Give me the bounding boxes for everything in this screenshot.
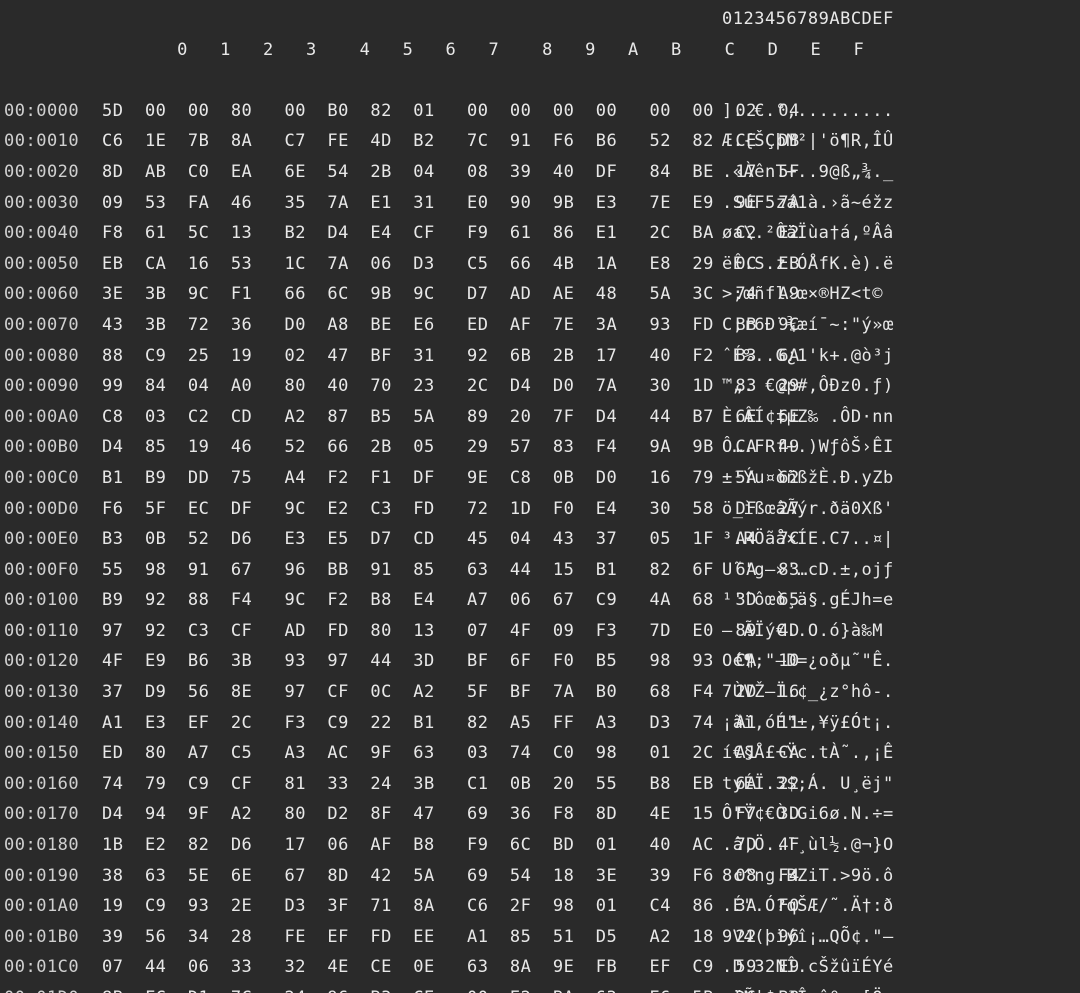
hex-row[interactable]: 00:01B039 56 34 28 FE EF FD EE A1 85 51 … [0, 922, 1080, 953]
hex-bytes-cell[interactable]: 39 56 34 28 FE EF FD EE A1 85 51 D5 A2 1… [102, 922, 702, 953]
hex-bytes-cell[interactable]: B9 92 88 F4 9C F2 B8 E4 A7 06 67 C9 4A 6… [102, 585, 702, 616]
offset-cell: 00:00C0 [0, 463, 102, 494]
offset-cell: 00:0130 [0, 677, 102, 708]
hex-row[interactable]: 00:008088 C9 25 19 02 47 BF 31 92 6B 2B … [0, 341, 1080, 372]
hex-bytes-cell[interactable]: D4 94 9F A2 80 D2 8F 47 69 36 F8 8D 4E 1… [102, 799, 702, 830]
hex-row[interactable]: 00:01801B E2 82 D6 17 06 AF B8 F9 6C BD … [0, 830, 1080, 861]
hex-columns-header: 0 1 2 3 4 5 6 7 8 9 A B C D E F [102, 4, 702, 96]
offset-cell: 00:0120 [0, 646, 102, 677]
hex-row[interactable]: 00:00005D 00 00 80 00 B0 82 01 00 00 00 … [0, 96, 1080, 127]
hex-row[interactable]: 00:013037 D9 56 8E 97 CF 0C A2 5F BF 7A … [0, 677, 1080, 708]
hex-bytes-cell[interactable]: A1 E3 EF 2C F3 C9 22 B1 82 A5 FF A3 D3 7… [102, 708, 702, 739]
offset-cell: 00:0070 [0, 310, 102, 341]
hex-row[interactable]: 00:00B0D4 85 19 46 52 66 2B 05 29 57 83 … [0, 432, 1080, 463]
hex-row[interactable]: 00:009099 84 04 A0 80 40 70 23 2C D4 D0 … [0, 371, 1080, 402]
hex-row[interactable]: 00:00F055 98 91 67 96 BB 91 85 63 44 15 … [0, 555, 1080, 586]
offset-cell: 00:01A0 [0, 891, 102, 922]
hex-row[interactable]: 00:003009 53 FA 46 35 7A E1 31 E0 90 9B … [0, 188, 1080, 219]
hex-rows-container: 00:00005D 00 00 80 00 B0 82 01 00 00 00 … [0, 96, 1080, 993]
hex-row[interactable]: 00:00E0B3 0B 52 D6 E3 E5 D7 CD 45 04 43 … [0, 524, 1080, 555]
hex-row[interactable]: 00:0140A1 E3 EF 2C F3 C9 22 B1 82 A5 FF … [0, 708, 1080, 739]
hex-header-row: 0 1 2 3 4 5 6 7 8 9 A B C D E F 01234567… [0, 4, 1080, 96]
offset-cell: 00:0010 [0, 126, 102, 157]
hex-bytes-cell[interactable]: 19 C9 93 2E D3 3F 71 8A C6 2F 98 01 C4 8… [102, 891, 702, 922]
hex-bytes-cell[interactable]: 5D 00 00 80 00 B0 82 01 00 00 00 00 00 0… [102, 96, 702, 127]
hex-bytes-cell[interactable]: 38 63 5E 6E 67 8D 42 5A 69 54 18 3E 39 F… [102, 861, 702, 892]
hex-row[interactable]: 00:0010C6 1E 7B 8A C7 FE 4D B2 7C 91 F6 … [0, 126, 1080, 157]
hex-bytes-cell[interactable]: C6 1E 7B 8A C7 FE 4D B2 7C 91 F6 B6 52 8… [102, 126, 702, 157]
hex-row[interactable]: 00:007043 3B 72 36 D0 A8 BE E6 ED AF 7E … [0, 310, 1080, 341]
hex-row[interactable]: 00:0040F8 61 5C 13 B2 D4 E4 CF F9 61 86 … [0, 218, 1080, 249]
hex-bytes-cell[interactable]: 88 C9 25 19 02 47 BF 31 92 6B 2B 17 40 F… [102, 341, 702, 372]
hex-bytes-cell[interactable]: 8D AB C0 EA 6E 54 2B 04 08 39 40 DF 84 B… [102, 157, 702, 188]
hex-bytes-cell[interactable]: F6 5F EC DF 9C E2 C3 FD 72 1D F0 E4 30 5… [102, 494, 702, 525]
hex-row[interactable]: 00:00C0B1 B9 DD 75 A4 F2 F1 DF 9E C8 0B … [0, 463, 1080, 494]
hex-row[interactable]: 00:0100B9 92 88 F4 9C F2 B8 E4 A7 06 67 … [0, 585, 1080, 616]
hex-bytes-cell[interactable]: 8B FC D1 7C 24 96 B3 CE 00 E2 BA 63 E6 5… [102, 983, 702, 993]
offset-cell: 00:01B0 [0, 922, 102, 953]
hex-bytes-cell[interactable]: 1B E2 82 D6 17 06 AF B8 F9 6C BD 01 40 A… [102, 830, 702, 861]
offset-cell: 00:0150 [0, 738, 102, 769]
offset-cell: 00:0140 [0, 708, 102, 739]
offset-cell: 00:0020 [0, 157, 102, 188]
offset-cell: 00:0090 [0, 371, 102, 402]
hex-bytes-cell[interactable]: 74 79 C9 CF 81 33 24 3B C1 0B 20 55 B8 E… [102, 769, 702, 800]
offset-cell: 00:0000 [0, 96, 102, 127]
hex-row[interactable]: 00:016074 79 C9 CF 81 33 24 3B C1 0B 20 … [0, 769, 1080, 800]
offset-cell: 00:0040 [0, 218, 102, 249]
hex-bytes-cell[interactable]: 99 84 04 A0 80 40 70 23 2C D4 D0 7A 30 1… [102, 371, 702, 402]
hex-bytes-cell[interactable]: 55 98 91 67 96 BB 91 85 63 44 15 B1 82 6… [102, 555, 702, 586]
offset-cell: 00:00B0 [0, 432, 102, 463]
offset-cell: 00:0190 [0, 861, 102, 892]
offset-cell: 00:00D0 [0, 494, 102, 525]
hex-row[interactable]: 00:00D0F6 5F EC DF 9C E2 C3 FD 72 1D F0 … [0, 494, 1080, 525]
offset-cell: 00:0110 [0, 616, 102, 647]
hex-bytes-cell[interactable]: F8 61 5C 13 B2 D4 E4 CF F9 61 86 E1 2C B… [102, 218, 702, 249]
hex-bytes-cell[interactable]: 07 44 06 33 32 4E CE 0E 63 8A 9E FB EF C… [102, 952, 702, 983]
offset-cell: 00:01D0 [0, 983, 102, 993]
offset-cell: 00:0060 [0, 279, 102, 310]
hex-bytes-cell[interactable]: C8 03 C2 CD A2 87 B5 5A 89 20 7F D4 44 B… [102, 402, 702, 433]
offset-cell: 00:0170 [0, 799, 102, 830]
hex-viewer: 0 1 2 3 4 5 6 7 8 9 A B C D E F 01234567… [0, 0, 1080, 993]
hex-row[interactable]: 00:01204F E9 B6 3B 93 97 44 3D BF 6F F0 … [0, 646, 1080, 677]
offset-cell: 00:00A0 [0, 402, 102, 433]
hex-row[interactable]: 00:0170D4 94 9F A2 80 D2 8F 47 69 36 F8 … [0, 799, 1080, 830]
offset-cell: 00:0180 [0, 830, 102, 861]
hex-row[interactable]: 00:0150ED 80 A7 C5 A3 AC 9F 63 03 74 C0 … [0, 738, 1080, 769]
hex-bytes-cell[interactable]: ED 80 A7 C5 A3 AC 9F 63 03 74 C0 98 01 2… [102, 738, 702, 769]
hex-row[interactable]: 00:011097 92 C3 CF AD FD 80 13 07 4F 09 … [0, 616, 1080, 647]
hex-bytes-cell[interactable]: 43 3B 72 36 D0 A8 BE E6 ED AF 7E 3A 93 F… [102, 310, 702, 341]
hex-bytes-cell[interactable]: B3 0B 52 D6 E3 E5 D7 CD 45 04 43 37 05 1… [102, 524, 702, 555]
hex-row[interactable]: 00:0050EB CA 16 53 1C 7A 06 D3 C5 66 4B … [0, 249, 1080, 280]
hex-bytes-cell[interactable]: EB CA 16 53 1C 7A 06 D3 C5 66 4B 1A E8 2… [102, 249, 702, 280]
hex-bytes-cell[interactable]: 3E 3B 9C F1 66 6C 9B 9C D7 AD AE 48 5A 3… [102, 279, 702, 310]
offset-header [0, 4, 102, 96]
hex-bytes-cell[interactable]: 97 92 C3 CF AD FD 80 13 07 4F 09 F3 7D E… [102, 616, 702, 647]
hex-bytes-cell[interactable]: D4 85 19 46 52 66 2B 05 29 57 83 F4 9A 9… [102, 432, 702, 463]
hex-bytes-cell[interactable]: 09 53 FA 46 35 7A E1 31 E0 90 9B E3 7E E… [102, 188, 702, 219]
hex-row[interactable]: 00:00208D AB C0 EA 6E 54 2B 04 08 39 40 … [0, 157, 1080, 188]
hex-row[interactable]: 00:01A019 C9 93 2E D3 3F 71 8A C6 2F 98 … [0, 891, 1080, 922]
offset-cell: 00:0160 [0, 769, 102, 800]
offset-cell: 00:00E0 [0, 524, 102, 555]
hex-row[interactable]: 00:00A0C8 03 C2 CD A2 87 B5 5A 89 20 7F … [0, 402, 1080, 433]
hex-row[interactable]: 00:01C007 44 06 33 32 4E CE 0E 63 8A 9E … [0, 952, 1080, 983]
hex-row[interactable]: 00:019038 63 5E 6E 67 8D 42 5A 69 54 18 … [0, 861, 1080, 892]
offset-cell: 00:00F0 [0, 555, 102, 586]
hex-bytes-cell[interactable]: 37 D9 56 8E 97 CF 0C A2 5F BF 7A B0 68 F… [102, 677, 702, 708]
hex-row[interactable]: 00:00603E 3B 9C F1 66 6C 9B 9C D7 AD AE … [0, 279, 1080, 310]
offset-cell: 00:0030 [0, 188, 102, 219]
offset-cell: 00:0050 [0, 249, 102, 280]
offset-cell: 00:0080 [0, 341, 102, 372]
hex-bytes-cell[interactable]: 4F E9 B6 3B 93 97 44 3D BF 6F F0 B5 98 9… [102, 646, 702, 677]
offset-cell: 00:0100 [0, 585, 102, 616]
hex-bytes-cell[interactable]: B1 B9 DD 75 A4 F2 F1 DF 9E C8 0B D0 16 7… [102, 463, 702, 494]
offset-cell: 00:01C0 [0, 952, 102, 983]
hex-row[interactable]: 00:01D08B FC D1 7C 24 96 B3 CE 00 E2 BA … [0, 983, 1080, 993]
